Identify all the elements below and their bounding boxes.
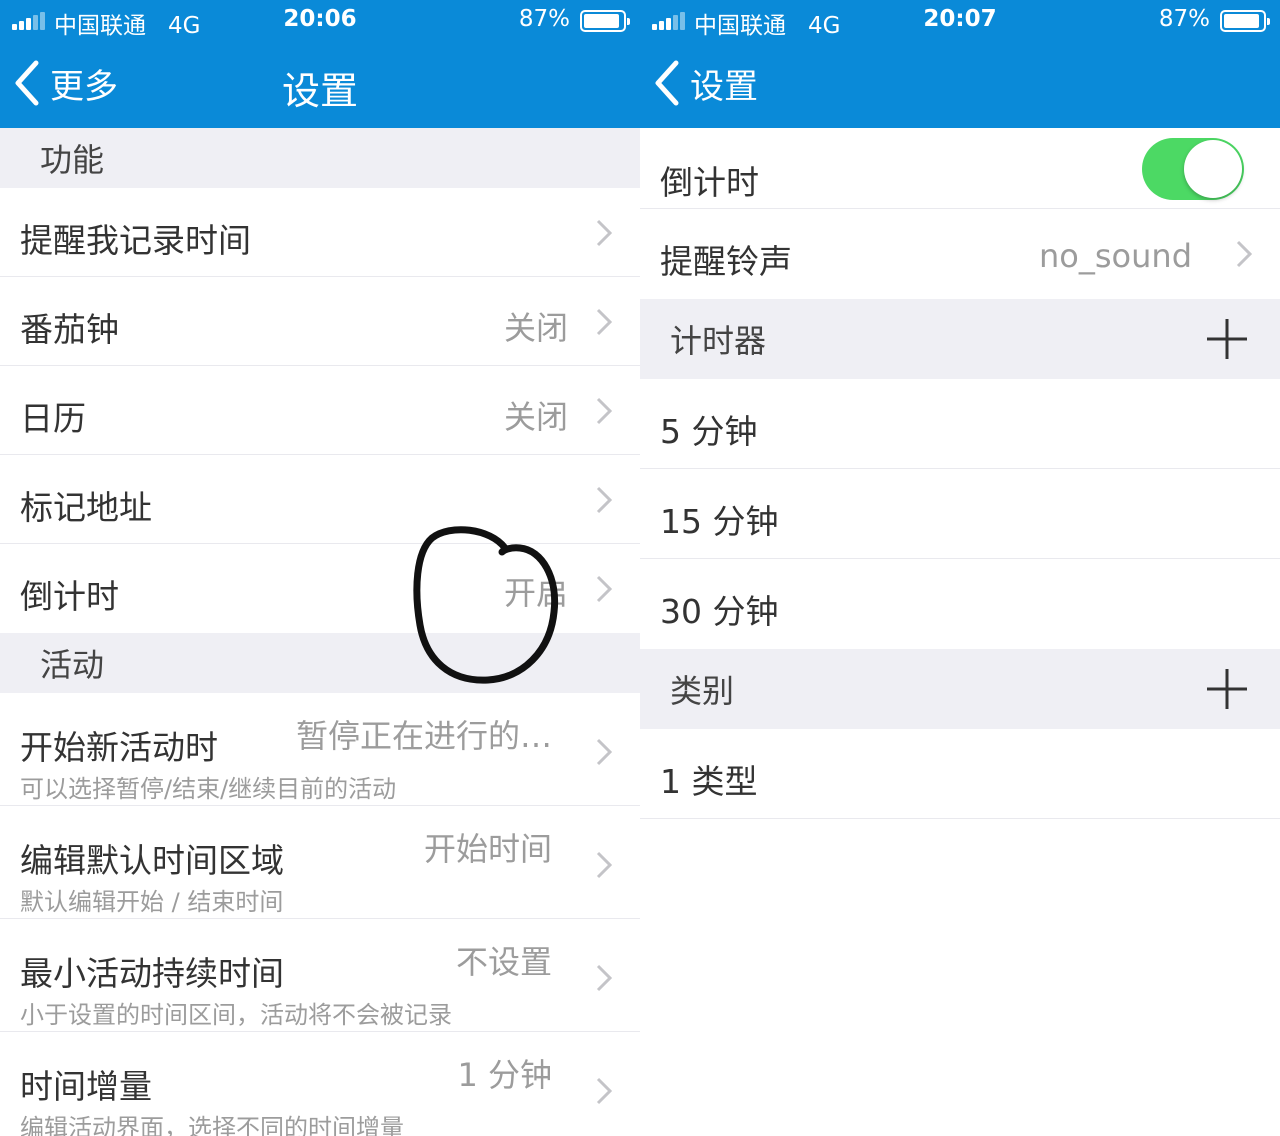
row-ringtone[interactable]: 提醒铃声 no_sound	[640, 209, 1280, 299]
add-timer-icon[interactable]	[1206, 318, 1248, 360]
timer-item[interactable]: 15 分钟	[640, 469, 1280, 559]
chevron-right-icon	[596, 738, 612, 766]
section-title: 类别	[670, 672, 735, 710]
nav-header: 中国联通 4G 20:07 87% 设置	[640, 0, 1280, 128]
row-time-increment[interactable]: 时间增量 1 分钟 编辑活动界面，选择不同的时间增量	[0, 1032, 640, 1136]
timer-label: 30 分钟	[660, 592, 779, 631]
row-value: 暂停正在进行的…	[295, 717, 552, 755]
battery-percent: 87%	[1158, 6, 1210, 32]
section-function: 功能	[0, 128, 640, 188]
nav-header: 中国联通 4G 20:06 87% 更多 设置	[0, 0, 640, 128]
countdown-screen: 中国联通 4G 20:07 87% 设置 倒计时 提醒铃声 no_sound 计…	[640, 0, 1280, 1136]
row-value: 开始时间	[423, 830, 552, 868]
chevron-right-icon	[596, 397, 612, 425]
back-label: 设置	[690, 66, 758, 107]
chevron-right-icon	[596, 964, 612, 992]
chevron-right-icon	[596, 308, 612, 336]
row-label: 番茄钟	[20, 310, 119, 349]
row-subtitle: 编辑活动界面，选择不同的时间增量	[20, 1114, 404, 1136]
chevron-right-icon	[1236, 240, 1252, 268]
row-min-activity-duration[interactable]: 最小活动持续时间 不设置 小于设置的时间区间，活动将不会被记录	[0, 919, 640, 1032]
settings-screen: 中国联通 4G 20:06 87% 更多 设置 功能 提醒我记录时间 番茄钟 关…	[0, 0, 640, 1136]
row-default-time-range[interactable]: 编辑默认时间区域 开始时间 默认编辑开始 / 结束时间	[0, 806, 640, 919]
row-value: 不设置	[455, 943, 552, 981]
chevron-right-icon	[596, 219, 612, 247]
category-item[interactable]: 1 类型	[640, 729, 1280, 819]
row-value: 关闭	[503, 398, 568, 436]
row-label: 倒计时	[660, 163, 759, 202]
row-subtitle: 可以选择暂停/结束/继续目前的活动	[20, 775, 397, 803]
row-remind-record[interactable]: 提醒我记录时间	[0, 188, 640, 277]
timer-label: 5 分钟	[660, 412, 758, 451]
chevron-right-icon	[596, 851, 612, 879]
battery-icon	[580, 10, 630, 32]
row-label: 时间增量	[20, 1067, 152, 1106]
chevron-left-icon	[655, 60, 679, 106]
chevron-right-icon	[596, 575, 612, 603]
row-value: 关闭	[503, 309, 568, 347]
row-start-new-activity[interactable]: 开始新活动时 暂停正在进行的… 可以选择暂停/结束/继续目前的活动	[0, 693, 640, 806]
row-calendar[interactable]: 日历 关闭	[0, 366, 640, 455]
chevron-right-icon	[596, 486, 612, 514]
countdown-toggle[interactable]	[1142, 138, 1244, 200]
battery-percent: 87%	[518, 6, 570, 32]
section-categories: 类别	[640, 649, 1280, 729]
chevron-right-icon	[596, 1077, 612, 1105]
row-pomodoro[interactable]: 番茄钟 关闭	[0, 277, 640, 366]
row-label: 日历	[20, 399, 86, 438]
row-label: 开始新活动时	[20, 728, 218, 767]
row-value: 1 分钟	[457, 1056, 552, 1094]
section-title: 计时器	[670, 322, 767, 360]
timer-label: 15 分钟	[660, 502, 779, 541]
row-subtitle: 小于设置的时间区间，活动将不会被记录	[20, 1001, 452, 1029]
section-timers: 计时器	[640, 299, 1280, 379]
status-bar: 中国联通 4G 20:07 87%	[640, 0, 1280, 42]
row-label: 倒计时	[20, 577, 119, 616]
status-bar: 中国联通 4G 20:06 87%	[0, 0, 640, 42]
category-label: 1 类型	[660, 762, 758, 801]
timer-item[interactable]: 5 分钟	[640, 379, 1280, 469]
timer-item[interactable]: 30 分钟	[640, 559, 1280, 649]
page-title: 设置	[281, 69, 358, 113]
back-button[interactable]: 设置	[654, 58, 758, 108]
row-label: 标记地址	[20, 488, 152, 527]
hand-drawn-circle-annotation	[413, 526, 559, 684]
row-label: 最小活动持续时间	[20, 954, 284, 993]
battery-icon	[1220, 10, 1270, 32]
row-label: 编辑默认时间区域	[20, 841, 284, 880]
row-value: no_sound	[1039, 237, 1192, 275]
row-label: 提醒我记录时间	[20, 221, 251, 260]
row-subtitle: 默认编辑开始 / 结束时间	[20, 888, 284, 916]
add-category-icon[interactable]	[1206, 668, 1248, 710]
row-label: 提醒铃声	[660, 242, 792, 281]
toggle-knob	[1184, 140, 1242, 198]
row-countdown-toggle: 倒计时	[640, 128, 1280, 209]
